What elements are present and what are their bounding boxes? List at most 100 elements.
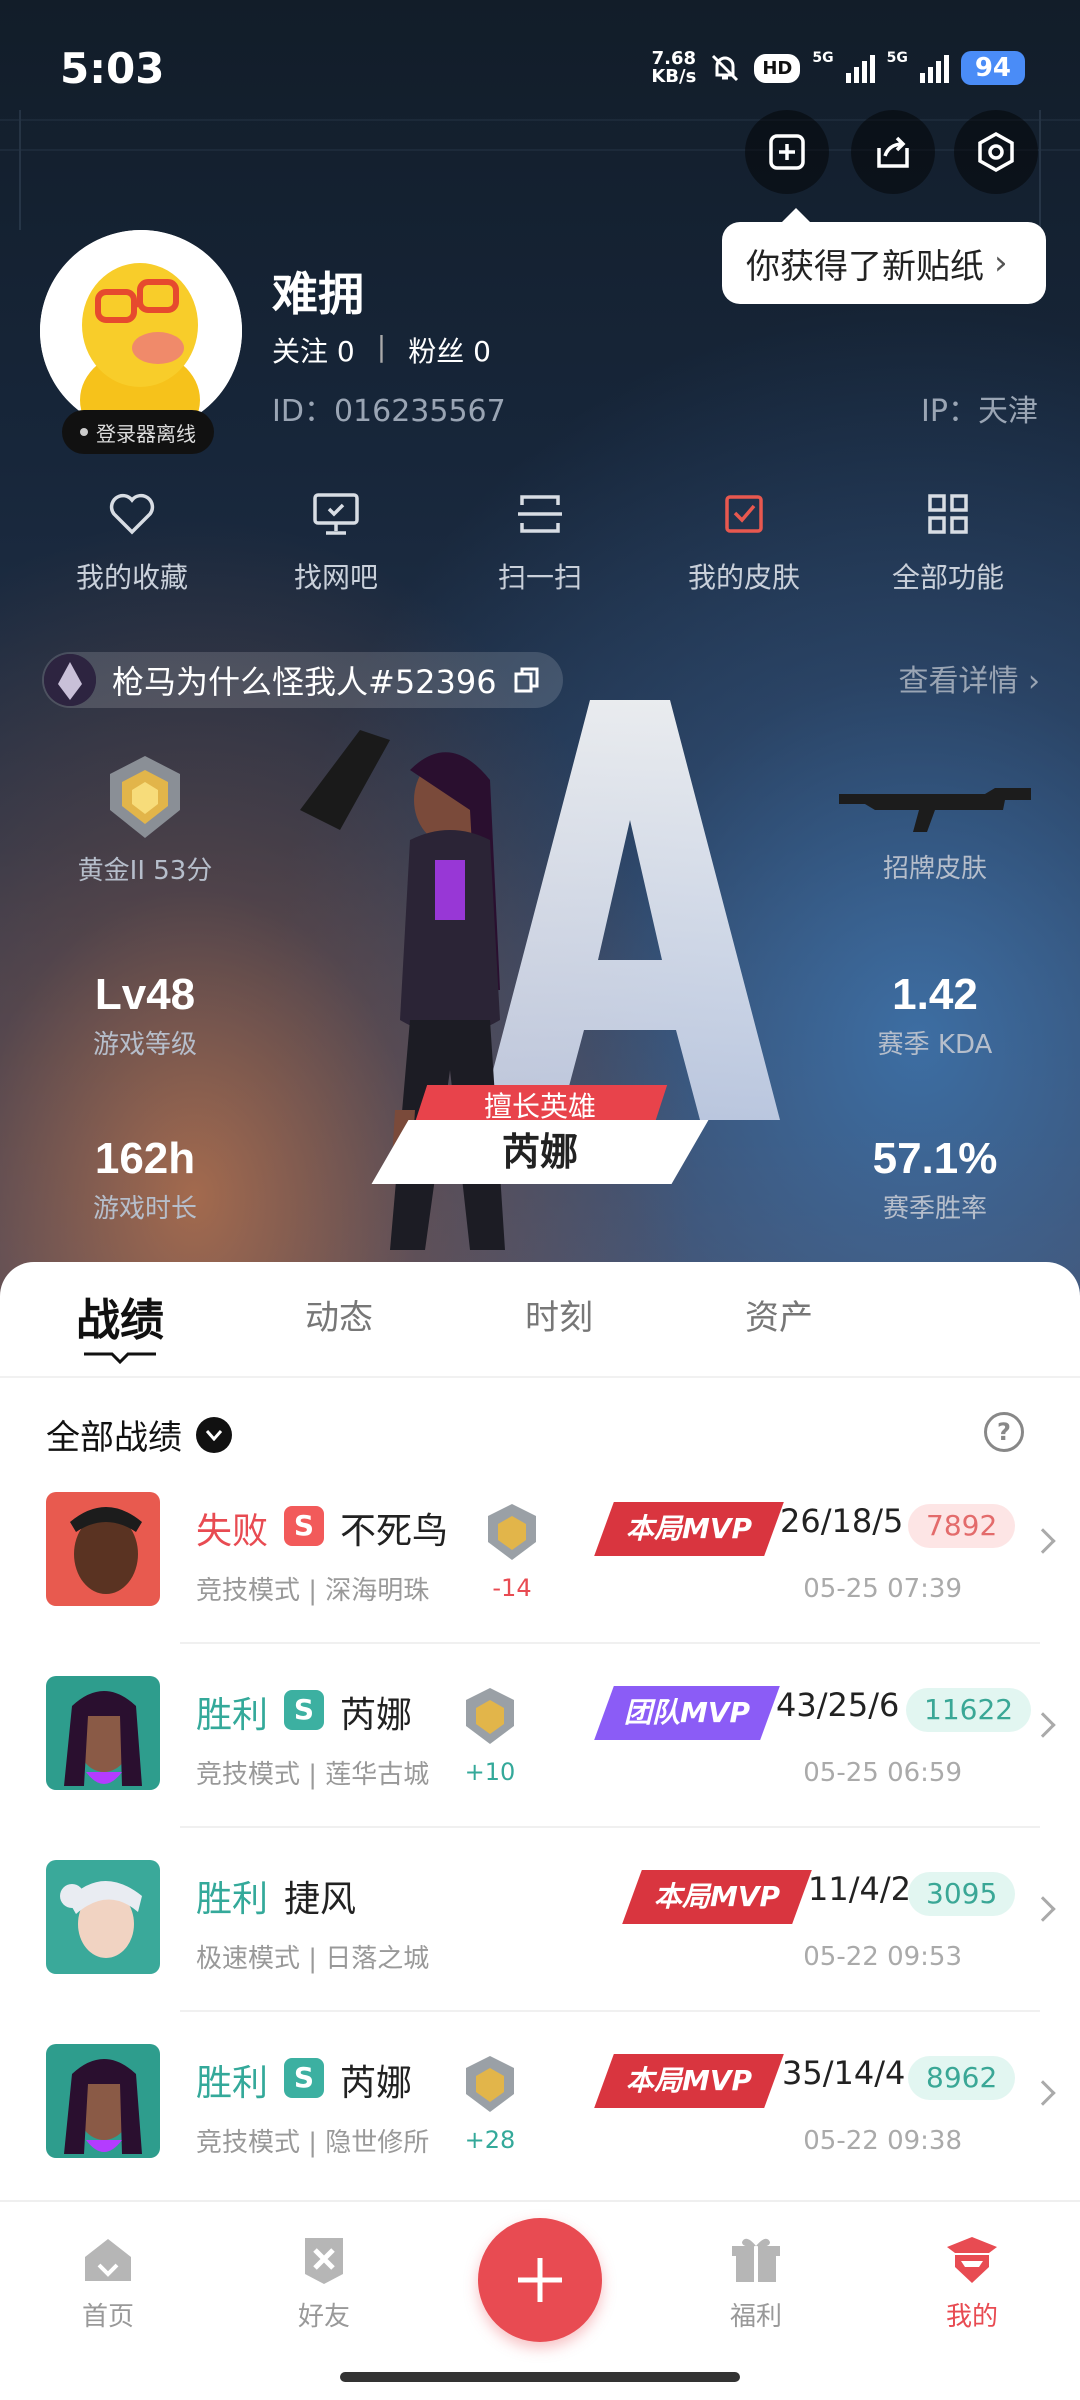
tab-label: 战绩: [76, 1295, 164, 1346]
net-speed-unit: KB/s: [651, 66, 697, 87]
tab-assets[interactable]: 资产: [745, 1290, 813, 1339]
following-count[interactable]: 关注 0: [272, 330, 355, 370]
rank-delta: -14: [492, 1574, 532, 1602]
match-row[interactable]: 胜利 捷风 极速模式 | 日落之城 本局MVP 11/4/2 3095 05-2…: [0, 1860, 1080, 2044]
following-label: 关注: [272, 335, 329, 368]
level-stat: Lv48 游戏等级: [25, 970, 265, 1061]
settings-button[interactable]: [954, 110, 1038, 194]
share-button[interactable]: [851, 110, 935, 194]
rank-badge-icon: [466, 1688, 514, 1744]
quick-action-scan[interactable]: 扫一扫: [440, 486, 640, 596]
signal-icon-1: [845, 53, 875, 83]
kda-stat: 1.42 赛季 KDA: [815, 970, 1055, 1061]
quick-action-my-skins[interactable]: 我的皮肤: [644, 486, 844, 596]
nav-label: 我的: [945, 2302, 998, 2332]
kda: 43/25/6: [776, 1686, 900, 1724]
duck-avatar-image: [40, 230, 242, 432]
winrate-stat: 57.1% 赛季胜率: [815, 1134, 1055, 1225]
create-post-button[interactable]: [478, 2218, 602, 2342]
signal-icon-2: [919, 53, 949, 83]
best-hero-name: 芮娜: [501, 1130, 578, 1174]
plus-icon: [518, 2258, 562, 2302]
status-time: 5:03: [60, 44, 165, 93]
new-sticker-toast[interactable]: 你获得了新贴纸 ›: [722, 208, 1046, 304]
view-details-link[interactable]: 查看详情 ›: [898, 656, 1040, 700]
chevron-right-icon: ›: [1028, 664, 1040, 699]
rank-stat[interactable]: 黄金II 53分: [25, 752, 265, 887]
hero-name: 不死鸟: [340, 1511, 449, 1552]
status-icons: 7.68 KB/s HD 5G 5G 94: [651, 50, 1025, 86]
mvp-text: 本局MVP: [625, 1512, 753, 1545]
fans-label: 粉丝: [408, 335, 465, 368]
match-row[interactable]: 胜利 S 芮娜 竞技模式 | 莲华古城 +10 团队MVP 43/25/6 11…: [0, 1676, 1080, 1860]
level-value: Lv48: [94, 970, 196, 1019]
s-rating-badge: S: [284, 1506, 324, 1546]
quick-action-label: 扫一扫: [497, 561, 582, 594]
winrate-label: 赛季胜率: [882, 1194, 987, 1224]
reyna-portrait-image: [46, 1676, 160, 1790]
profile-tabs: 战绩 动态 时刻 资产: [0, 1290, 1080, 1380]
nav-me[interactable]: 我的: [912, 2232, 1032, 2333]
quick-action-label: 我的皮肤: [687, 561, 800, 594]
grid-icon: [928, 494, 968, 534]
5g-label-2: 5G: [886, 50, 908, 66]
follow-stats: 关注 0 | 粉丝 0: [272, 330, 491, 370]
account-avatar-image: [44, 654, 96, 706]
view-details-label: 查看详情: [898, 664, 1019, 699]
tab-moments[interactable]: 时刻: [525, 1290, 593, 1339]
quick-action-all-features[interactable]: 全部功能: [848, 486, 1048, 596]
hero-portrait: [46, 2044, 160, 2158]
share-icon: [877, 136, 909, 168]
nav-home[interactable]: 首页: [48, 2232, 168, 2333]
add-sticker-button[interactable]: [745, 110, 829, 194]
help-icon[interactable]: ?: [984, 1412, 1024, 1452]
match-row[interactable]: 失败 S 不死鸟 竞技模式 | 深海明珠 -14 本局MVP 26/18/5 7…: [0, 1492, 1080, 1676]
match-date: 05-25 06:59: [803, 1758, 962, 1788]
signature-skin-label: 招牌皮肤: [882, 854, 987, 884]
fans-count[interactable]: 粉丝 0: [408, 330, 491, 370]
quick-action-favorites[interactable]: 我的收藏: [32, 486, 232, 596]
match-result: 胜利: [196, 1879, 269, 1920]
tab-divider: [0, 1376, 1080, 1378]
nav-friends[interactable]: 好友: [264, 2232, 384, 2333]
nav-label: 首页: [81, 2302, 134, 2332]
quick-action-internet-cafe[interactable]: 找网吧: [236, 486, 436, 596]
match-mode: 极速模式 | 日落之城: [196, 1944, 430, 1974]
signature-skin-stat[interactable]: 招牌皮肤: [815, 770, 1055, 885]
nav-rewards[interactable]: 福利: [696, 2232, 816, 2333]
hd-badge: HD: [754, 53, 801, 83]
tab-match-history[interactable]: 战绩: [76, 1284, 164, 1368]
phoenix-portrait-image: [46, 1492, 160, 1606]
hero-name: 芮娜: [340, 1695, 413, 1736]
gold-rank-badge-icon: [110, 756, 180, 838]
heart-icon: [109, 493, 155, 535]
ip-location: IP：天津: [921, 394, 1038, 429]
net-speed: 7.68 KB/s: [651, 50, 696, 86]
match-mode: 竞技模式 | 莲华古城: [196, 1760, 430, 1790]
home-indicator[interactable]: [340, 2372, 740, 2382]
match-result: 失败: [196, 1511, 269, 1552]
filter-label: 全部战绩: [46, 1418, 182, 1458]
rank-badge-icon: [466, 2056, 514, 2112]
sticker-add-icon: [769, 134, 805, 170]
chevron-down-icon: [196, 1416, 232, 1453]
avatar[interactable]: [40, 230, 242, 432]
level-label: 游戏等级: [92, 1030, 197, 1060]
row-divider: [180, 2010, 1040, 2012]
kda: 26/18/5: [780, 1502, 904, 1540]
gift-icon: [732, 2238, 780, 2282]
toast-text: 你获得了新贴纸: [746, 246, 984, 287]
best-hero-name-plate[interactable]: 芮娜: [371, 1120, 709, 1184]
match-date: 05-22 09:53: [803, 1942, 962, 1972]
match-filter-dropdown[interactable]: 全部战绩: [46, 1410, 232, 1459]
mute-bell-icon: [712, 54, 739, 82]
hero-name: 芮娜: [340, 2063, 413, 2104]
match-date: 05-25 07:39: [803, 1574, 962, 1604]
tab-activity[interactable]: 动态: [305, 1290, 373, 1339]
fans-value: 0: [473, 335, 491, 368]
nav-label: 好友: [297, 2302, 350, 2332]
hero-portrait: [46, 1676, 160, 1790]
status-dot: [80, 428, 88, 436]
chevron-right-icon: [1030, 1712, 1056, 1738]
playtime-label: 游戏时长: [92, 1194, 197, 1224]
